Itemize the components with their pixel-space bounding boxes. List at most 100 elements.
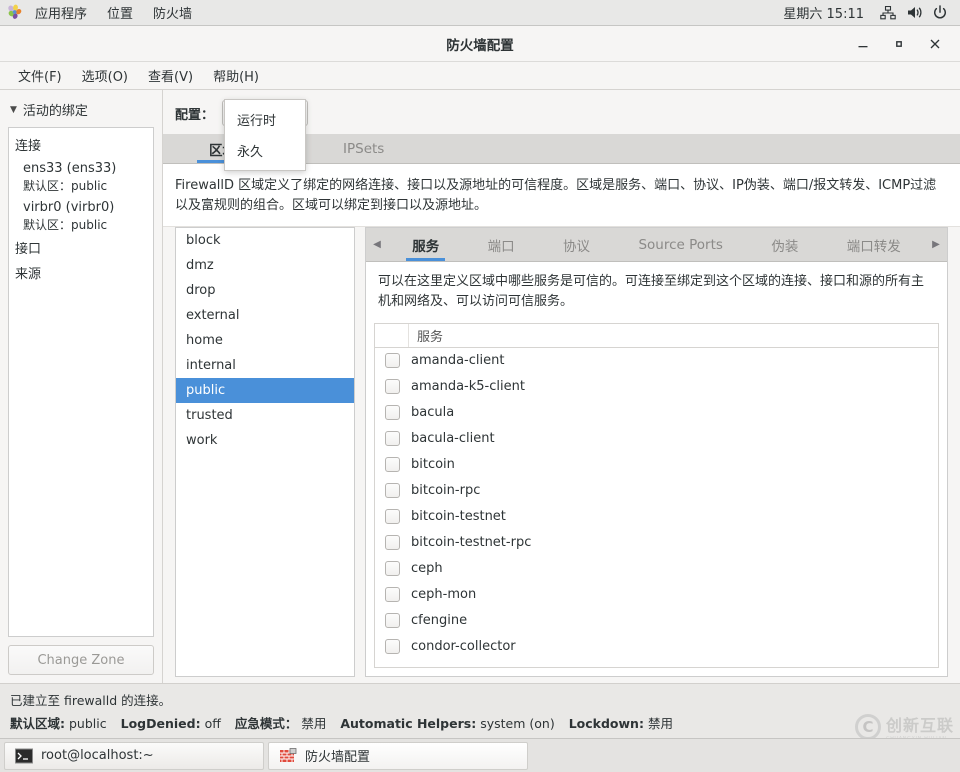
zone-detail-pane: ◀ 服务 端口 协议 Source Ports 伪装 端口转发 ▶ 可以在这里定… — [365, 227, 948, 677]
change-zone-button[interactable]: Change Zone — [8, 645, 154, 675]
table-row[interactable]: condor-collector — [375, 634, 938, 660]
firewall-icon — [279, 747, 297, 765]
zone-item-internal[interactable]: internal — [176, 353, 354, 378]
dropdown-option-permanent[interactable]: 永久 — [225, 135, 305, 166]
table-row[interactable]: amanda-client — [375, 348, 938, 374]
bindings-group-interfaces[interactable]: 接口 — [9, 235, 153, 260]
service-name: bitcoin-testnet — [411, 509, 506, 524]
service-checkbox[interactable] — [385, 379, 400, 394]
zone-item-external[interactable]: external — [176, 303, 354, 328]
zone-item-block[interactable]: block — [176, 228, 354, 253]
subtab-source-ports[interactable]: Source Ports — [628, 228, 732, 261]
close-icon[interactable] — [924, 33, 946, 55]
connection-name: ens33 (ens33) — [23, 161, 147, 176]
minimize-icon[interactable] — [852, 33, 874, 55]
service-name: bitcoin-rpc — [411, 483, 480, 498]
services-description: 可以在这里定义区域中哪些服务是可信的。可连接至绑定到这个区域的连接、接口和源的所… — [366, 262, 947, 320]
table-row[interactable]: ceph — [375, 556, 938, 582]
connection-status-message: 已建立至 firewalld 的连接。 — [10, 688, 950, 713]
configuration-dropdown-popup[interactable]: 运行时 永久 — [224, 99, 306, 171]
top-panel-menu-places[interactable]: 位置 — [97, 1, 143, 24]
service-checkbox[interactable] — [385, 561, 400, 576]
chevron-left-icon[interactable]: ◀ — [366, 228, 388, 261]
zone-item-home[interactable]: home — [176, 328, 354, 353]
service-checkbox[interactable] — [385, 639, 400, 654]
subtab-port-forwarding[interactable]: 端口转发 — [837, 228, 911, 261]
zone-item-public[interactable]: public — [176, 378, 354, 403]
chevron-right-icon[interactable]: ▶ — [925, 228, 947, 261]
table-row[interactable]: bitcoin — [375, 452, 938, 478]
subtab-protocols[interactable]: 协议 — [553, 228, 600, 261]
table-row[interactable]: bacula — [375, 400, 938, 426]
table-row[interactable]: amanda-k5-client — [375, 374, 938, 400]
network-icon[interactable] — [876, 3, 900, 23]
status-automatic-helpers: Automatic Helpers: system (on) — [340, 716, 554, 731]
volume-icon[interactable] — [902, 3, 926, 23]
gnome-foot-icon — [6, 4, 23, 21]
active-bindings-header[interactable]: ▼ 活动的绑定 — [8, 96, 154, 127]
service-name: ceph-mon — [411, 587, 476, 602]
menubar: 文件(F) 选项(O) 查看(V) 帮助(H) — [0, 62, 960, 90]
zone-list[interactable]: block dmz drop external home internal pu… — [175, 227, 355, 677]
taskbar-item-firewall[interactable]: 防火墙配置 — [268, 742, 528, 770]
service-checkbox[interactable] — [385, 457, 400, 472]
service-name: cfengine — [411, 613, 467, 628]
taskbar-item-terminal[interactable]: root@localhost:~ — [4, 742, 264, 770]
dropdown-option-runtime[interactable]: 运行时 — [225, 104, 305, 135]
maximize-icon[interactable] — [888, 33, 910, 55]
table-row[interactable]: bitcoin-testnet — [375, 504, 938, 530]
subtab-ports[interactable]: 端口 — [478, 228, 525, 261]
zone-item-dmz[interactable]: dmz — [176, 253, 354, 278]
configuration-label: 配置： — [175, 104, 214, 123]
taskbar-item-label: 防火墙配置 — [305, 746, 370, 765]
power-icon[interactable] — [928, 3, 952, 23]
subtab-services[interactable]: 服务 — [402, 228, 449, 261]
zone-detail-tabbar: ◀ 服务 端口 协议 Source Ports 伪装 端口转发 ▶ — [366, 228, 947, 262]
table-row[interactable]: bitcoin-rpc — [375, 478, 938, 504]
tab-ipsets[interactable]: IPSets — [323, 133, 404, 163]
table-row[interactable]: cfengine — [375, 608, 938, 634]
service-checkbox[interactable] — [385, 405, 400, 420]
bindings-list[interactable]: 连接 ens33 (ens33) 默认区：public virbr0 (virb… — [8, 127, 154, 637]
menu-file[interactable]: 文件(F) — [8, 63, 72, 88]
binding-connection-ens33[interactable]: ens33 (ens33) 默认区：public — [9, 157, 153, 196]
service-checkbox[interactable] — [385, 431, 400, 446]
window-title: 防火墙配置 — [0, 34, 960, 54]
menu-options[interactable]: 选项(O) — [72, 63, 138, 88]
services-table-header: 服务 — [375, 324, 938, 348]
top-panel-menu-firewall[interactable]: 防火墙 — [143, 1, 202, 24]
taskbar-item-label: root@localhost:~ — [41, 748, 154, 763]
statusbar: 已建立至 firewalld 的连接。 默认区域: public LogDeni… — [0, 683, 960, 738]
subtab-masquerading[interactable]: 伪装 — [761, 228, 808, 261]
connection-name: virbr0 (virbr0) — [23, 200, 147, 215]
table-row[interactable]: bitcoin-testnet-rpc — [375, 530, 938, 556]
service-checkbox[interactable] — [385, 353, 400, 368]
binding-connection-virbr0[interactable]: virbr0 (virbr0) 默认区：public — [9, 196, 153, 235]
top-panel-clock[interactable]: 星期六 15:11 — [779, 3, 874, 22]
status-lockdown: Lockdown: 禁用 — [569, 713, 673, 732]
table-row[interactable]: ceph-mon — [375, 582, 938, 608]
zone-item-drop[interactable]: drop — [176, 278, 354, 303]
service-checkbox[interactable] — [385, 613, 400, 628]
service-checkbox[interactable] — [385, 587, 400, 602]
top-panel-menu-applications[interactable]: 应用程序 — [25, 1, 97, 24]
zone-item-work[interactable]: work — [176, 428, 354, 453]
service-checkbox[interactable] — [385, 483, 400, 498]
menu-view[interactable]: 查看(V) — [138, 63, 203, 88]
bindings-group-sources[interactable]: 来源 — [9, 260, 153, 285]
service-name: bacula — [411, 405, 454, 420]
service-name: amanda-client — [411, 353, 504, 368]
service-name: bitcoin-testnet-rpc — [411, 535, 531, 550]
service-name: bacula-client — [411, 431, 495, 446]
zone-item-trusted[interactable]: trusted — [176, 403, 354, 428]
service-checkbox[interactable] — [385, 535, 400, 550]
status-default-zone: 默认区域: public — [10, 713, 107, 732]
desktop-taskbar: root@localhost:~ 防火墙配置 — [0, 738, 960, 772]
services-table: 服务 amanda-client amanda-k5-client — [374, 323, 939, 668]
table-row[interactable]: bacula-client — [375, 426, 938, 452]
bindings-group-connections[interactable]: 连接 — [9, 132, 153, 157]
menu-help[interactable]: 帮助(H) — [203, 63, 269, 88]
status-logdenied: LogDenied: off — [121, 716, 221, 731]
service-checkbox[interactable] — [385, 509, 400, 524]
service-name: ceph — [411, 561, 443, 576]
